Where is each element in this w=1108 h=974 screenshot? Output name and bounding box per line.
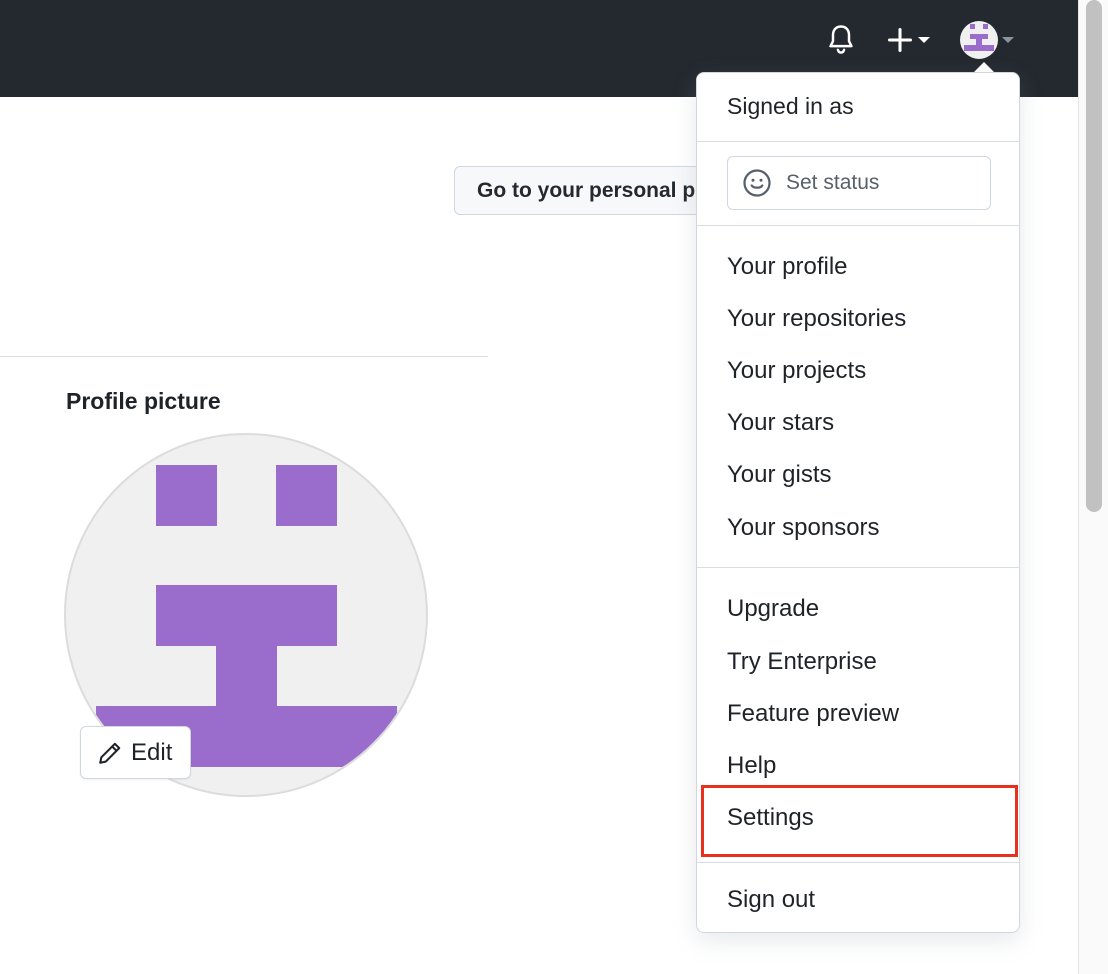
menu-item-your-sponsors[interactable]: Your sponsors [727, 514, 880, 542]
edit-label: Edit [131, 738, 173, 766]
create-new-button[interactable] [886, 22, 938, 58]
smiley-icon [743, 169, 771, 197]
menu-item-try-enterprise[interactable]: Try Enterprise [727, 648, 877, 676]
section-divider [0, 356, 488, 357]
menu-item-upgrade[interactable]: Upgrade [727, 595, 819, 623]
set-status-label: Set status [786, 171, 880, 194]
signed-in-label: Signed in as [727, 93, 854, 119]
menu-item-help[interactable]: Help [727, 752, 776, 780]
plus-icon [887, 27, 913, 53]
avatar [960, 21, 998, 59]
menu-item-sign-out[interactable]: Sign out [727, 886, 815, 914]
menu-item-your-profile[interactable]: Your profile [727, 253, 848, 281]
scrollbar-thumb[interactable] [1086, 0, 1102, 512]
menu-divider [697, 567, 1019, 568]
user-menu-button[interactable] [960, 20, 1024, 60]
settings-highlight-box [701, 785, 1018, 857]
menu-item-your-repositories[interactable]: Your repositories [727, 305, 906, 333]
set-status-button[interactable]: Set status [727, 156, 991, 210]
edit-profile-picture-button[interactable]: Edit [80, 726, 191, 779]
menu-item-your-stars[interactable]: Your stars [727, 409, 834, 437]
menu-item-feature-preview[interactable]: Feature preview [727, 700, 899, 728]
pencil-icon [99, 742, 121, 764]
caret-down-icon [1002, 37, 1014, 43]
profile-picture-heading: Profile picture [66, 388, 221, 414]
menu-item-your-projects[interactable]: Your projects [727, 357, 866, 385]
user-dropdown-menu: Signed in as Set status Your profile You… [696, 72, 1020, 933]
bell-icon [829, 25, 853, 54]
menu-divider [697, 141, 1019, 142]
menu-divider [697, 862, 1019, 863]
caret-down-icon [918, 37, 930, 43]
identicon-icon [964, 24, 994, 51]
notifications-button[interactable] [826, 22, 860, 58]
menu-divider [697, 225, 1019, 226]
viewport: Go to your personal profile Profile pict… [0, 0, 1108, 974]
menu-item-your-gists[interactable]: Your gists [727, 461, 832, 489]
dropdown-caret [974, 62, 994, 72]
